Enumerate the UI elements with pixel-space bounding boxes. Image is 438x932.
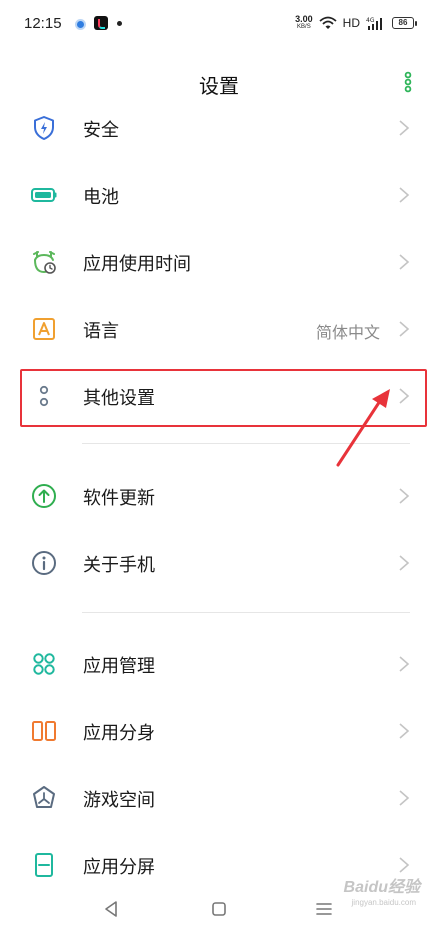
upgrade-arrow-icon <box>32 484 56 508</box>
settings-item-label: 软件更新 <box>83 488 155 508</box>
split-screen-icon <box>35 853 53 877</box>
recents-menu-icon[interactable] <box>315 900 333 918</box>
chevron-right-icon <box>399 656 410 672</box>
alarm-clock-icon <box>33 251 56 274</box>
chevron-right-icon <box>399 187 410 203</box>
settings-item-label: 电池 <box>83 187 119 207</box>
settings-item-label: 应用管理 <box>83 656 155 676</box>
annotation-arrow-icon <box>336 389 390 467</box>
app-grid-icon <box>33 653 55 675</box>
chevron-right-icon <box>399 555 410 571</box>
settings-item-app-management[interactable]: 应用管理 <box>0 631 438 697</box>
settings-item-game-space[interactable]: 游戏空间 <box>0 765 438 831</box>
language-current-value: 简体中文 <box>315 325 380 342</box>
svg-text:4G: 4G <box>366 17 375 24</box>
chevron-right-icon <box>399 488 410 504</box>
chevron-right-icon <box>399 254 410 270</box>
settings-item-label: 关于手机 <box>83 555 155 575</box>
status-bar: 12:15 3.00 KB/S HD 4G 86 <box>0 0 438 50</box>
home-icon[interactable] <box>211 901 227 917</box>
app-notification-icon <box>75 19 86 30</box>
more-vertical-icon[interactable] <box>400 70 416 94</box>
chevron-right-icon <box>399 120 410 136</box>
watermark-subtitle: jingyan.baidu.com <box>351 898 416 907</box>
tiktok-icon <box>94 16 108 30</box>
status-indicators: 3.00 KB/S HD 4G 86 <box>295 14 417 31</box>
language-a-icon <box>33 318 55 340</box>
chevron-right-icon <box>399 790 410 806</box>
game-star-icon <box>33 786 55 808</box>
settings-item-label: 应用分身 <box>83 723 155 743</box>
network-speed: 3.00 KB/S <box>295 14 313 31</box>
settings-item-app-usage-time[interactable]: 应用使用时间 <box>0 229 438 295</box>
chevron-right-icon <box>399 857 410 873</box>
hd-label: HD <box>342 15 360 30</box>
back-icon[interactable] <box>103 900 119 918</box>
more-notifications-dot-icon <box>117 21 122 26</box>
wifi-icon <box>319 16 337 29</box>
shield-icon <box>34 116 54 140</box>
app-clone-icon <box>32 721 56 741</box>
settings-item-security[interactable]: 安全 <box>0 95 438 161</box>
battery-icon <box>31 188 57 202</box>
chevron-right-icon <box>399 723 410 739</box>
settings-item-app-clone[interactable]: 应用分身 <box>0 698 438 764</box>
settings-item-label: 语言 <box>83 321 119 341</box>
network-speed-unit: KB/S <box>297 24 311 30</box>
signal-4g-icon: 4G <box>366 17 382 30</box>
settings-item-label: 安全 <box>83 120 119 140</box>
settings-item-label: 应用使用时间 <box>83 254 191 274</box>
settings-item-language[interactable]: 语言 简体中文 <box>0 296 438 362</box>
settings-item-about-phone[interactable]: 关于手机 <box>0 530 438 596</box>
settings-item-label: 应用分屏 <box>83 857 155 877</box>
chevron-right-icon <box>399 321 410 337</box>
info-icon <box>32 551 56 575</box>
watermark: Baidu经验 <box>343 879 420 896</box>
settings-item-label: 游戏空间 <box>83 790 155 810</box>
network-speed-value: 3.00 <box>295 14 313 24</box>
status-time: 12:15 <box>24 15 62 32</box>
section-divider <box>82 612 410 613</box>
battery-icon: 86 <box>392 16 417 29</box>
settings-item-battery[interactable]: 电池 <box>0 162 438 228</box>
